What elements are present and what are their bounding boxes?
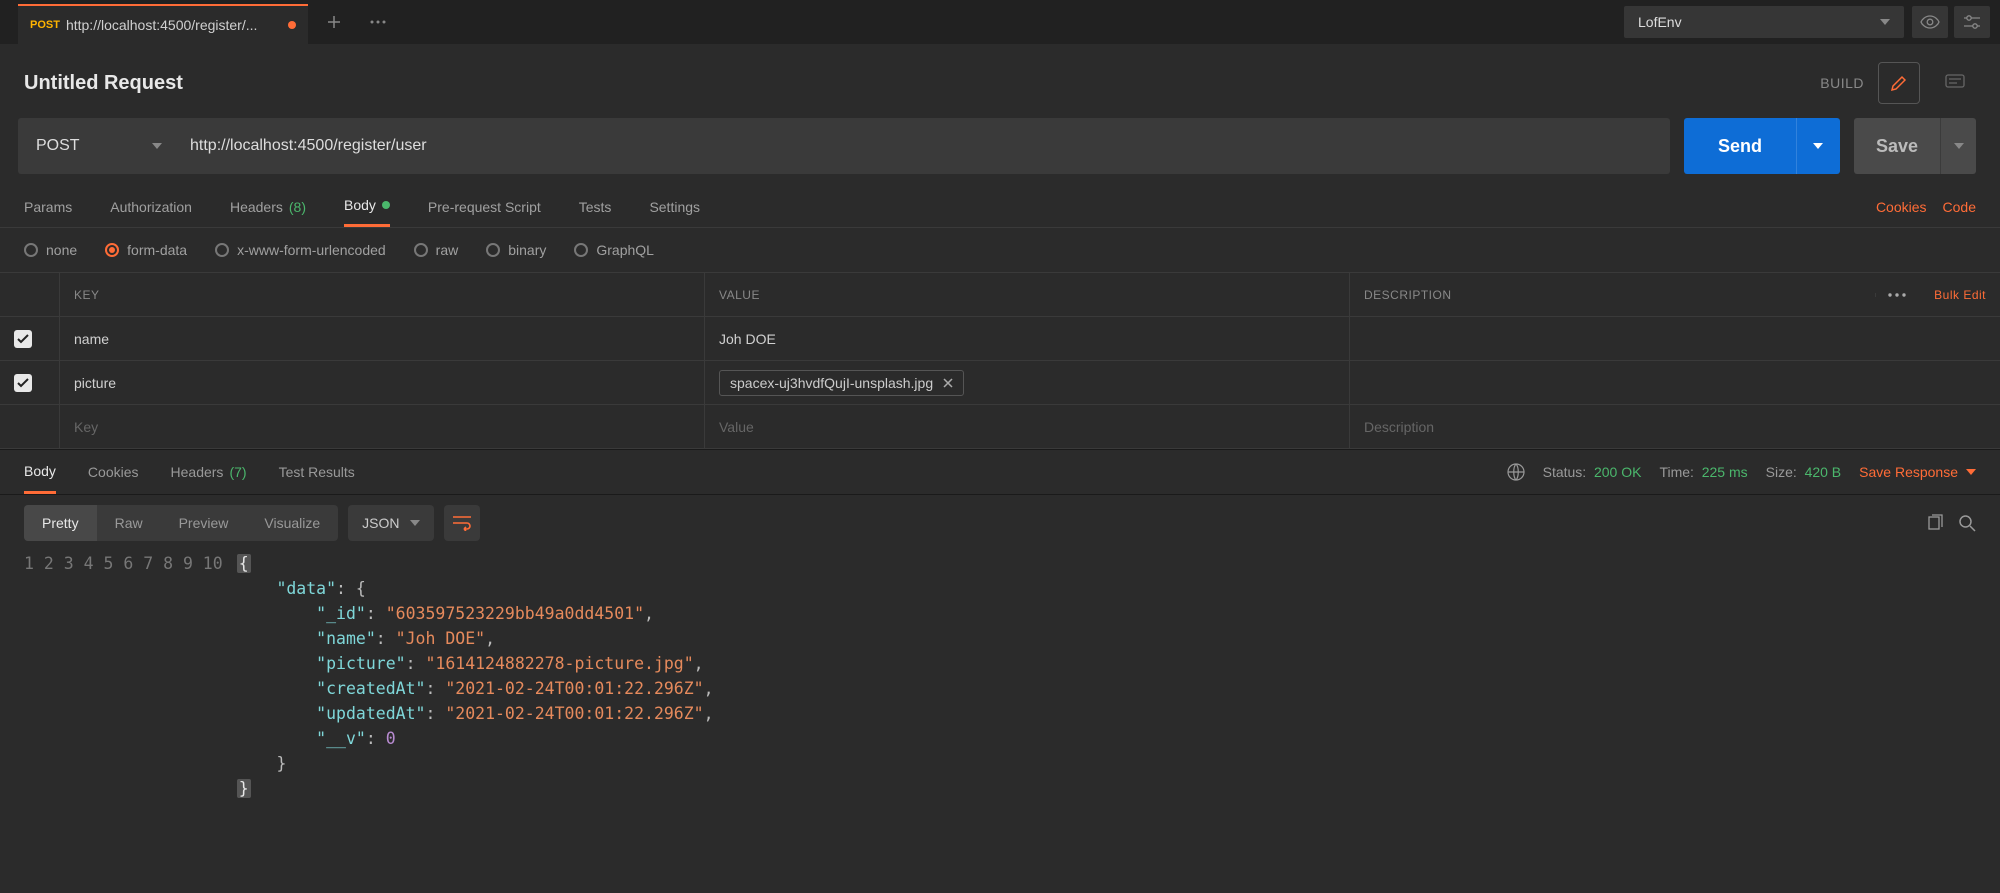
chevron-down-icon bbox=[152, 143, 162, 149]
copy-icon[interactable] bbox=[1926, 514, 1944, 532]
tab-settings[interactable]: Settings bbox=[649, 186, 700, 227]
body-type-row: none form-data x-www-form-urlencoded raw… bbox=[0, 228, 2000, 272]
search-icon[interactable] bbox=[1958, 514, 1976, 532]
url-input[interactable] bbox=[180, 118, 1670, 174]
body-type-xwww[interactable]: x-www-form-urlencoded bbox=[215, 242, 386, 258]
chevron-down-icon bbox=[1966, 469, 1976, 475]
chevron-down-icon bbox=[410, 520, 420, 526]
wrap-lines-button[interactable] bbox=[444, 505, 480, 541]
globe-icon[interactable] bbox=[1507, 463, 1525, 481]
cell-desc[interactable]: Description bbox=[1350, 405, 2000, 448]
file-chip[interactable]: spacex-uj3hvdfQujI-unsplash.jpg bbox=[719, 370, 964, 396]
resp-tab-cookies[interactable]: Cookies bbox=[88, 450, 139, 494]
bulk-edit-link[interactable]: Bulk Edit bbox=[1934, 288, 1986, 302]
row-checkbox[interactable] bbox=[14, 330, 32, 348]
view-visualize[interactable]: Visualize bbox=[246, 505, 338, 541]
table-options-icon[interactable] bbox=[1875, 293, 1918, 297]
chevron-down-icon bbox=[1813, 143, 1823, 149]
view-preview[interactable]: Preview bbox=[161, 505, 247, 541]
body-type-none[interactable]: none bbox=[24, 242, 77, 258]
response-body-viewer[interactable]: 1 2 3 4 5 6 7 8 9 10 { "data": { "_id": … bbox=[0, 551, 2000, 809]
size-value: 420 B bbox=[1805, 464, 1842, 480]
send-label: Send bbox=[1684, 136, 1796, 157]
tab-url: http://localhost:4500/register/... bbox=[66, 17, 282, 33]
save-response-button[interactable]: Save Response bbox=[1859, 464, 1976, 480]
close-icon[interactable] bbox=[943, 378, 953, 388]
send-dropdown[interactable] bbox=[1796, 118, 1840, 174]
send-button[interactable]: Send bbox=[1684, 118, 1840, 174]
cell-key[interactable]: Key bbox=[60, 405, 705, 448]
cell-value[interactable]: spacex-uj3hvdfQujI-unsplash.jpg bbox=[705, 361, 1350, 404]
col-key: KEY bbox=[60, 273, 705, 316]
resp-tab-test-results[interactable]: Test Results bbox=[279, 450, 355, 494]
table-row-empty: Key Value Description bbox=[0, 405, 2000, 449]
body-type-formdata[interactable]: form-data bbox=[105, 242, 187, 258]
environment-select[interactable]: LofEnv bbox=[1624, 6, 1904, 38]
chevron-down-icon bbox=[1954, 143, 1964, 149]
tab-method: POST bbox=[30, 19, 60, 31]
save-dropdown[interactable] bbox=[1940, 118, 1976, 174]
resp-tab-body[interactable]: Body bbox=[24, 450, 56, 494]
code-link[interactable]: Code bbox=[1943, 199, 1976, 215]
build-label: BUILD bbox=[1820, 75, 1864, 91]
status-label: Status: bbox=[1543, 464, 1587, 480]
form-data-table: KEY VALUE DESCRIPTION Bulk Edit name Joh… bbox=[0, 272, 2000, 449]
view-pretty[interactable]: Pretty bbox=[24, 505, 97, 541]
unsaved-dot-icon bbox=[288, 21, 296, 29]
table-row: picture spacex-uj3hvdfQujI-unsplash.jpg bbox=[0, 361, 2000, 405]
tab-options-button[interactable] bbox=[360, 4, 396, 40]
cell-key[interactable]: name bbox=[60, 317, 705, 360]
tab-params[interactable]: Params bbox=[24, 186, 72, 227]
save-label: Save bbox=[1854, 136, 1940, 157]
format-select[interactable]: JSON bbox=[348, 505, 433, 541]
tab-body[interactable]: Body bbox=[344, 186, 390, 227]
environment-name: LofEnv bbox=[1638, 14, 1682, 30]
body-type-binary[interactable]: binary bbox=[486, 242, 546, 258]
resp-tab-headers[interactable]: Headers (7) bbox=[171, 450, 247, 494]
environment-quicklook-button[interactable] bbox=[1912, 6, 1948, 38]
body-type-graphql[interactable]: GraphQL bbox=[574, 242, 654, 258]
save-button[interactable]: Save bbox=[1854, 118, 1976, 174]
comment-button[interactable] bbox=[1934, 62, 1976, 104]
col-desc: DESCRIPTION bbox=[1364, 288, 1452, 302]
method-value: POST bbox=[36, 137, 80, 155]
edit-button[interactable] bbox=[1878, 62, 1920, 104]
tab-bar: POST http://localhost:4500/register/... … bbox=[0, 0, 2000, 44]
tab-tests[interactable]: Tests bbox=[579, 186, 612, 227]
view-raw[interactable]: Raw bbox=[97, 505, 161, 541]
col-value: VALUE bbox=[705, 273, 1350, 316]
time-value: 225 ms bbox=[1702, 464, 1748, 480]
chevron-down-icon bbox=[1880, 19, 1890, 25]
tab-headers[interactable]: Headers (8) bbox=[230, 186, 306, 227]
add-tab-button[interactable] bbox=[316, 4, 352, 40]
row-checkbox[interactable] bbox=[14, 374, 32, 392]
cell-value[interactable]: Joh DOE bbox=[705, 317, 1350, 360]
size-label: Size: bbox=[1766, 464, 1797, 480]
green-dot-icon bbox=[382, 201, 390, 209]
settings-sliders-button[interactable] bbox=[1954, 6, 1990, 38]
method-select[interactable]: POST bbox=[18, 118, 180, 174]
cell-value[interactable]: Value bbox=[705, 405, 1350, 448]
cookies-link[interactable]: Cookies bbox=[1876, 199, 1927, 215]
tab-authorization[interactable]: Authorization bbox=[110, 186, 192, 227]
request-tabs: Params Authorization Headers (8) Body Pr… bbox=[0, 186, 2000, 228]
tab-prerequest[interactable]: Pre-request Script bbox=[428, 186, 541, 227]
table-row: name Joh DOE bbox=[0, 317, 2000, 361]
view-mode-segment: Pretty Raw Preview Visualize bbox=[24, 505, 338, 541]
page-title: Untitled Request bbox=[24, 72, 183, 95]
cell-key[interactable]: picture bbox=[60, 361, 705, 404]
request-tab[interactable]: POST http://localhost:4500/register/... bbox=[18, 4, 308, 44]
status-value: 200 OK bbox=[1594, 464, 1641, 480]
time-label: Time: bbox=[1659, 464, 1693, 480]
body-type-raw[interactable]: raw bbox=[414, 242, 459, 258]
